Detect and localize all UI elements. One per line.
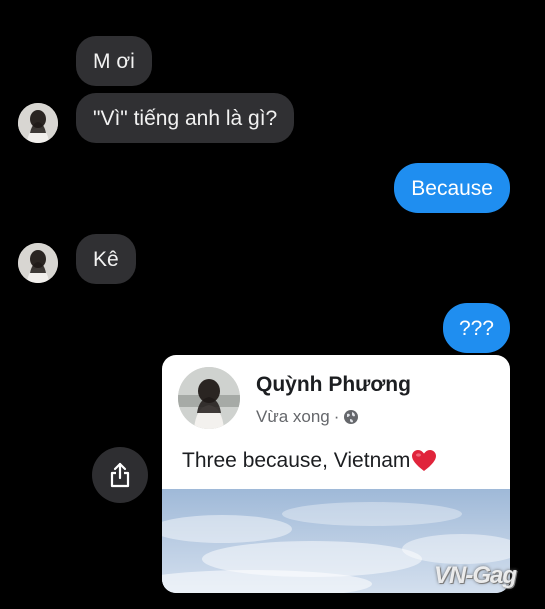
sender-avatar[interactable] <box>18 243 58 283</box>
heart-icon <box>412 450 437 471</box>
post-text: Three because, Vietnam <box>182 449 411 472</box>
message-bubble-outgoing[interactable]: ??? <box>442 303 510 353</box>
message-bubble-outgoing[interactable]: Because <box>394 163 510 213</box>
message-bubble-incoming[interactable]: "Vì" tiếng anh là gì? <box>76 93 295 143</box>
share-button[interactable] <box>92 447 148 503</box>
message-text: M ơi <box>93 50 135 73</box>
message-bubble-incoming[interactable]: Kê <box>76 234 136 284</box>
sender-avatar[interactable] <box>18 103 58 143</box>
message-text: "Vì" tiếng anh là gì? <box>93 107 278 130</box>
message-text: Kê <box>93 248 119 271</box>
post-body: Three because, Vietnam <box>182 449 437 473</box>
watermark: VN-Gag <box>434 562 517 589</box>
message-bubble-incoming[interactable]: M ơi <box>76 36 152 86</box>
post-time[interactable]: Vừa xong <box>256 407 330 427</box>
globe-icon <box>344 410 359 424</box>
message-text: Because <box>411 177 493 200</box>
shared-post-card[interactable]: Quỳnh Phương Vừa xong · Three because, V… <box>162 355 510 593</box>
post-meta: Vừa xong · <box>256 407 359 427</box>
post-author-avatar[interactable] <box>178 367 240 429</box>
message-text: ??? <box>458 317 494 340</box>
meta-separator: · <box>333 407 340 426</box>
share-icon <box>110 462 130 488</box>
post-author-name[interactable]: Quỳnh Phương <box>256 373 411 397</box>
